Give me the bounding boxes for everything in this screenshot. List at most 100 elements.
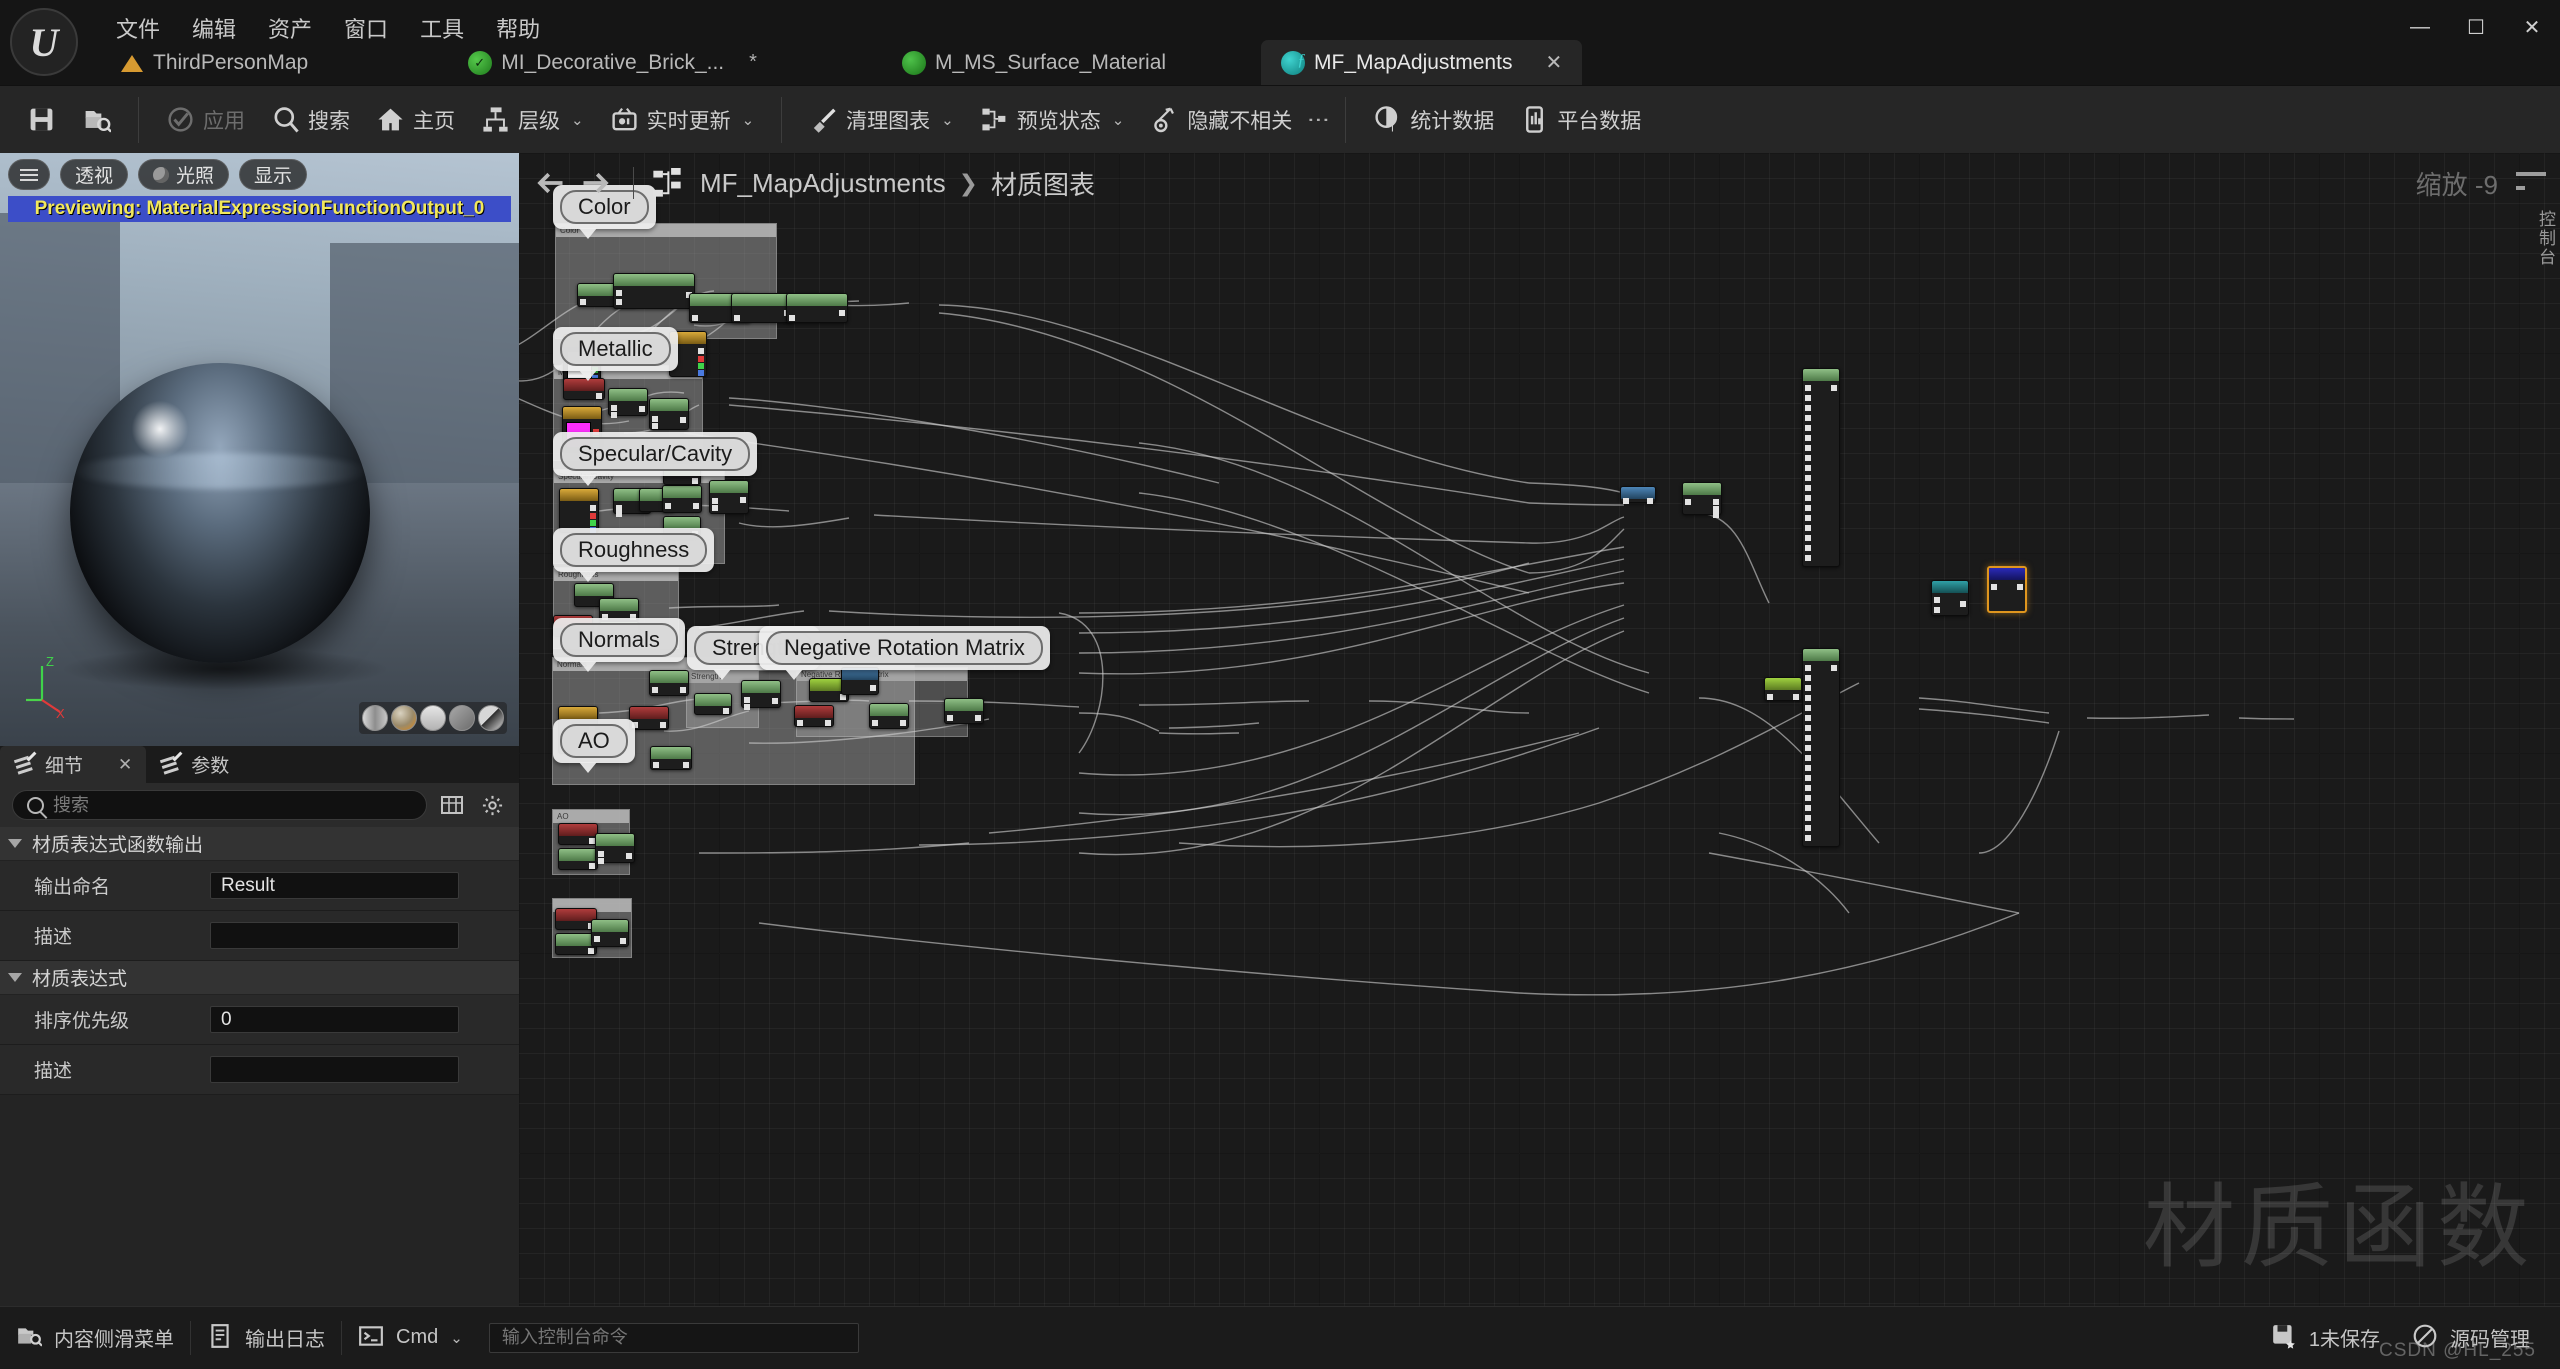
home-button[interactable]: 主页 (363, 99, 468, 141)
graph-node[interactable] (1620, 486, 1656, 503)
right-rail-console-tab[interactable]: 控制台 (2533, 210, 2558, 267)
node-input-pin[interactable] (653, 762, 659, 768)
node-input-pin[interactable] (616, 511, 622, 517)
material-graph-canvas[interactable]: 材质函数 Color Metallic Specular/Cavity Roug… (519, 153, 2560, 1306)
node-input-pin[interactable] (1805, 815, 1811, 821)
node-input-pin[interactable] (1805, 525, 1811, 531)
description-input[interactable] (210, 922, 459, 949)
node-output-pin[interactable] (680, 687, 686, 693)
apply-button[interactable]: 应用 (153, 99, 258, 141)
section-header-material-expression[interactable]: 材质表达式 (0, 961, 519, 995)
graph-node[interactable] (662, 485, 702, 513)
live-update-button[interactable]: 实时更新 ⌄ (597, 99, 768, 141)
node-output-pin[interactable] (723, 708, 729, 714)
viewport-lighting-button[interactable]: 光照 (138, 159, 229, 190)
node-output-pin[interactable] (660, 722, 666, 728)
graph-node[interactable] (1764, 677, 1802, 701)
node-output-pin[interactable] (683, 762, 689, 768)
graph-node-blend-material-attributes[interactable] (1931, 580, 1969, 616)
node-input-pin[interactable] (1805, 825, 1811, 831)
chevron-down-icon[interactable]: ⌄ (571, 111, 584, 129)
node-input-pin[interactable] (1805, 515, 1811, 521)
graph-node[interactable] (613, 273, 695, 309)
node-input-pin[interactable] (1623, 498, 1629, 504)
node-output-pin-r[interactable] (590, 513, 596, 519)
tab-third-person-map[interactable]: ThirdPersonMap (100, 40, 328, 85)
node-input-pin[interactable] (1991, 584, 1997, 590)
chevron-down-icon[interactable]: ⌄ (742, 111, 755, 129)
label-bubble-negative-rotation-matrix[interactable]: Negative Rotation Matrix (759, 626, 1050, 670)
graph-node[interactable] (944, 698, 984, 724)
node-input-pin[interactable] (712, 498, 718, 504)
graph-node[interactable] (841, 667, 879, 695)
viewport-menu-button[interactable] (8, 159, 50, 190)
tab-m-ms-surface-material[interactable]: M_MS_Surface_Material (882, 40, 1186, 85)
node-input-pin[interactable] (712, 505, 718, 511)
node-input-pin[interactable] (598, 858, 604, 864)
graph-node-make-material-attributes-2[interactable] (1802, 648, 1840, 847)
sort-priority-input[interactable]: 0 (210, 1006, 459, 1033)
node-input-pin[interactable] (594, 936, 600, 942)
cmd-selector-button[interactable]: Cmd ⌄ (342, 1307, 479, 1369)
node-input-pin[interactable] (1685, 499, 1691, 505)
node-input-pin[interactable] (1805, 665, 1811, 671)
graph-node[interactable] (794, 705, 834, 727)
node-input-pin[interactable] (1805, 405, 1811, 411)
node-output-pin-b[interactable] (698, 370, 704, 376)
node-input-pin[interactable] (1805, 455, 1811, 461)
label-bubble-normals[interactable]: Normals (553, 618, 685, 662)
tab-details[interactable]: 细节 ✕ (0, 746, 146, 783)
breadcrumb-item-asset[interactable]: MF_MapAdjustments (700, 168, 946, 199)
node-output-pin-g[interactable] (698, 363, 704, 369)
platform-stats-button[interactable]: 平台数据 (1507, 99, 1654, 141)
node-input-pin[interactable] (1805, 435, 1811, 441)
node-input-pin[interactable] (665, 503, 671, 509)
node-input-pin[interactable] (1767, 694, 1773, 700)
node-output-pin[interactable] (2017, 584, 2023, 590)
graph-node[interactable] (650, 746, 692, 770)
node-output-pin[interactable] (698, 348, 704, 354)
node-output-pin[interactable] (1960, 601, 1966, 607)
node-input-pin[interactable] (1805, 385, 1811, 391)
graph-node[interactable] (869, 703, 909, 729)
node-input-pin[interactable] (789, 315, 795, 321)
node-input-pin[interactable] (744, 704, 750, 710)
node-input-pin[interactable] (1805, 545, 1811, 551)
node-input-pin[interactable] (652, 423, 658, 429)
breadcrumb-item-graph[interactable]: 材质图表 (991, 165, 1095, 202)
node-output-pin[interactable] (1713, 512, 1719, 518)
graph-node[interactable] (741, 680, 781, 708)
node-input-pin[interactable] (1805, 735, 1811, 741)
node-input-pin[interactable] (734, 315, 740, 321)
node-input-pin[interactable] (1805, 695, 1811, 701)
node-input-pin[interactable] (1805, 745, 1811, 751)
node-input-pin[interactable] (1805, 715, 1811, 721)
graph-node[interactable] (563, 378, 605, 400)
node-input-pin[interactable] (598, 851, 604, 857)
details-search-input[interactable] (53, 795, 412, 816)
sphere-preview-button[interactable] (391, 705, 417, 731)
plane-preview-button[interactable] (420, 705, 446, 731)
node-input-pin[interactable] (1934, 607, 1940, 613)
cylinder-preview-button[interactable] (362, 705, 388, 731)
graph-node-function-output[interactable] (1987, 566, 2027, 613)
console-input-field[interactable] (502, 1327, 846, 1348)
graph-node[interactable] (608, 388, 648, 416)
node-output-pin[interactable] (839, 310, 845, 316)
graph-node[interactable] (591, 919, 629, 947)
graph-node-make-material-attributes[interactable] (1802, 368, 1840, 567)
node-input-pin[interactable] (1805, 395, 1811, 401)
back-button[interactable] (529, 162, 571, 204)
tab-mi-decorative-brick[interactable]: MI_Decorative_Brick_... * (448, 40, 777, 85)
graph-node[interactable] (558, 823, 598, 845)
close-icon[interactable]: ✕ (118, 755, 132, 775)
source-control-button[interactable]: 源码管理 (2396, 1307, 2560, 1369)
node-output-pin[interactable] (639, 406, 645, 412)
details-search-box[interactable] (12, 790, 427, 820)
node-input-pin[interactable] (1805, 765, 1811, 771)
unsaved-button[interactable]: 1未保存 (2255, 1307, 2396, 1369)
graph-node[interactable] (694, 693, 732, 715)
node-input-pin[interactable] (652, 416, 658, 422)
content-drawer-button[interactable]: 内容侧滑菜单 (0, 1307, 190, 1369)
node-input-pin[interactable] (1805, 755, 1811, 761)
